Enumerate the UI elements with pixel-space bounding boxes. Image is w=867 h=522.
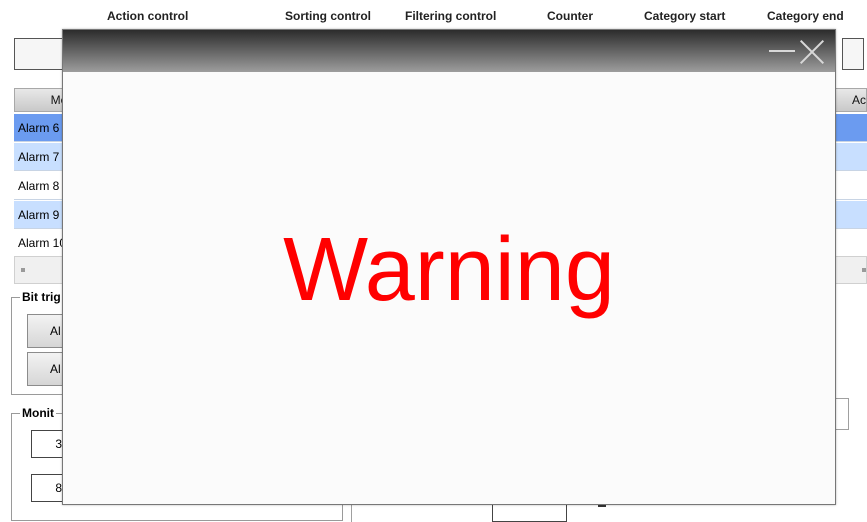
warning-popup: Warning [62, 29, 836, 505]
alarm-row-10-right[interactable] [835, 229, 867, 257]
alarm-row-6-right[interactable] [835, 114, 867, 142]
bottom-equals-icon [598, 505, 606, 507]
header-category-end: Category end [767, 9, 844, 23]
alarm-row-9-right[interactable] [835, 201, 867, 229]
warning-message: Warning [283, 220, 615, 320]
category-end-box[interactable] [842, 38, 864, 70]
header-sorting-control: Sorting control [285, 9, 371, 23]
header-filtering-control: Filtering control [405, 9, 497, 23]
panel-divider [351, 505, 352, 522]
header-category-start: Category start [644, 9, 726, 23]
bit-trigger-button-2[interactable]: Al [27, 352, 67, 386]
horizontal-scrollbar-right[interactable] [835, 256, 867, 284]
close-icon[interactable] [799, 36, 825, 66]
minimize-icon[interactable] [769, 50, 795, 52]
header-action-control: Action control [107, 9, 189, 23]
grid-header-action[interactable]: Ac [835, 88, 867, 112]
popup-title-bar[interactable] [63, 30, 835, 72]
monitor-label: Monit [20, 406, 56, 420]
bit-trigger-button-1[interactable]: Al [27, 314, 67, 348]
bit-trigger-label: Bit trig [20, 290, 63, 304]
alarm-row-7-right[interactable] [835, 143, 867, 171]
header-counter: Counter [547, 9, 593, 23]
bottom-input-field[interactable] [492, 505, 567, 522]
alarm-row-8-right[interactable] [835, 172, 867, 200]
scroll-left-arrow-icon[interactable] [21, 268, 25, 272]
scroll-right-arrow-icon[interactable] [862, 268, 866, 272]
right-input-field[interactable] [835, 398, 849, 430]
